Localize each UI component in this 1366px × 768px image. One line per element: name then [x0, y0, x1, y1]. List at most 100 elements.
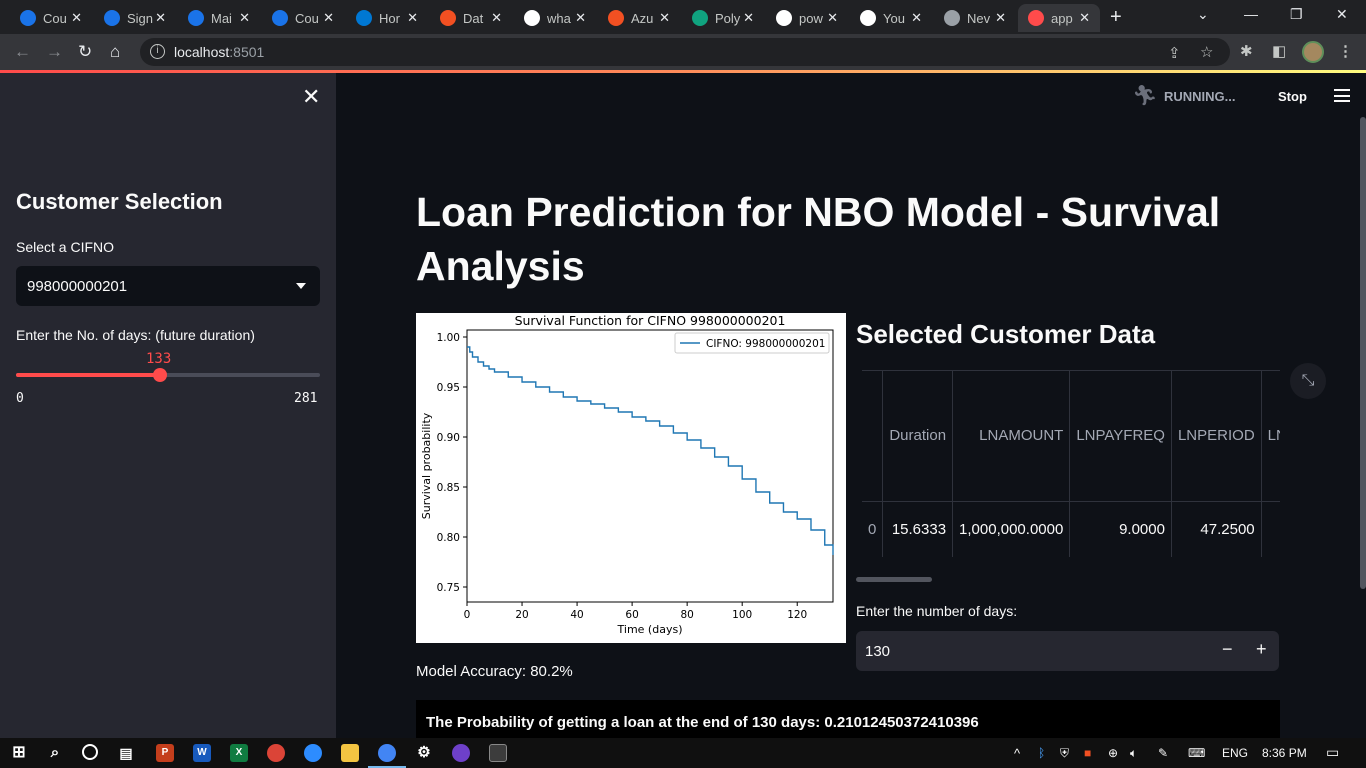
- browser-tab[interactable]: wha ✕: [514, 4, 596, 32]
- browser-menu-icon[interactable]: ⋮: [1338, 42, 1353, 60]
- tab-search-icon[interactable]: ⌄: [1197, 6, 1209, 23]
- tab-close-icon[interactable]: ✕: [323, 10, 334, 26]
- c-icon: [20, 10, 36, 26]
- table-horizontal-scrollbar[interactable]: [856, 577, 932, 582]
- office-tray-icon[interactable]: ■: [1084, 746, 1091, 760]
- tab-close-icon[interactable]: ✕: [155, 10, 166, 26]
- tab-close-icon[interactable]: ✕: [743, 10, 754, 26]
- column-header[interactable]: LNIN: [1261, 371, 1280, 502]
- keyboard-icon[interactable]: ⌨: [1188, 746, 1205, 760]
- tab-close-icon[interactable]: ✕: [575, 10, 586, 26]
- network-icon[interactable]: ⊕: [1108, 746, 1118, 760]
- windows-start-icon[interactable]: ⊞: [10, 744, 28, 762]
- column-header[interactable]: LNPAYFREQ: [1069, 371, 1172, 502]
- column-header[interactable]: LNAMOUNT: [952, 371, 1071, 502]
- new-tab-button[interactable]: +: [1110, 6, 1122, 29]
- notifications-icon[interactable]: ▭: [1326, 744, 1339, 761]
- table-row[interactable]: 015.63331,000,000.00009.000047.25001: [862, 501, 1280, 557]
- microsoft-icon: [440, 10, 456, 26]
- slider-min: 0: [16, 391, 24, 406]
- task-view-icon[interactable]: ▤: [117, 744, 135, 762]
- days-slider[interactable]: [16, 368, 320, 382]
- sidebar-close-icon[interactable]: ✕: [302, 86, 320, 108]
- column-header[interactable]: [862, 371, 884, 502]
- main-menu-icon[interactable]: [1334, 89, 1350, 102]
- increment-button[interactable]: +: [1256, 639, 1267, 660]
- tab-close-icon[interactable]: ✕: [239, 10, 250, 26]
- chrome-taskbar-icon[interactable]: [267, 744, 285, 762]
- tab-label: Azu: [631, 10, 654, 26]
- language-indicator[interactable]: ENG: [1222, 746, 1248, 760]
- search-icon[interactable]: ⌕: [46, 744, 64, 762]
- days-input-value[interactable]: 130: [865, 643, 890, 660]
- fullscreen-icon[interactable]: ⤡: [1290, 363, 1326, 399]
- word-icon[interactable]: W: [193, 744, 211, 762]
- page-scrollbar[interactable]: [1360, 117, 1366, 589]
- browser-tab[interactable]: You ✕: [850, 4, 932, 32]
- column-header[interactable]: Duration: [882, 371, 954, 502]
- slider-thumb[interactable]: [152, 368, 167, 382]
- browser-tab[interactable]: Sign ✕: [94, 4, 176, 32]
- share-icon[interactable]: ⇪: [1168, 44, 1181, 62]
- decrement-button[interactable]: −: [1222, 639, 1233, 660]
- browser-tab[interactable]: Dat ✕: [430, 4, 512, 32]
- back-icon[interactable]: ←: [14, 42, 31, 62]
- reload-icon[interactable]: ↻: [78, 42, 92, 62]
- tab-close-icon[interactable]: ✕: [827, 10, 838, 26]
- security-icon[interactable]: ⛨: [1060, 746, 1069, 761]
- tab-close-icon[interactable]: ✕: [659, 10, 670, 26]
- tab-close-icon[interactable]: ✕: [1079, 10, 1090, 26]
- browser-tab[interactable]: Cou ✕: [10, 4, 92, 32]
- legend-label: CIFNO: 998000000201: [706, 338, 825, 350]
- browser-tab[interactable]: Nev ✕: [934, 4, 1016, 32]
- cifno-select[interactable]: 998000000201: [16, 266, 320, 306]
- terminal-icon[interactable]: [489, 744, 507, 762]
- tab-close-icon[interactable]: ✕: [407, 10, 418, 26]
- c-icon: [272, 10, 288, 26]
- bookmark-star-icon[interactable]: ☆: [1200, 43, 1213, 61]
- address-bar[interactable]: i localhost:8501 ⇪ ☆: [140, 38, 1230, 66]
- github-desktop-icon[interactable]: [452, 744, 470, 762]
- excel-icon[interactable]: X: [230, 744, 248, 762]
- tab-close-icon[interactable]: ✕: [911, 10, 922, 26]
- browser-tab[interactable]: pow ✕: [766, 4, 848, 32]
- home-icon[interactable]: ⌂: [110, 42, 120, 62]
- chrome-active-icon[interactable]: [378, 744, 396, 762]
- tab-close-icon[interactable]: ✕: [491, 10, 502, 26]
- clock[interactable]: 8:36 PM: [1262, 746, 1307, 760]
- browser-tab[interactable]: Azu ✕: [598, 4, 680, 32]
- browser-tab[interactable]: app ✕: [1018, 4, 1100, 32]
- browser-tab[interactable]: Cou ✕: [262, 4, 344, 32]
- row-index: 0: [862, 501, 884, 557]
- settings-gear-icon[interactable]: ⚙: [415, 744, 433, 762]
- pen-icon[interactable]: ✎: [1158, 746, 1168, 760]
- site-info-icon[interactable]: i: [150, 44, 165, 59]
- window-close-icon[interactable]: ✕: [1336, 6, 1348, 23]
- tab-close-icon[interactable]: ✕: [71, 10, 82, 26]
- bluetooth-icon[interactable]: ᛒ: [1038, 746, 1045, 760]
- tab-label: Poly: [715, 10, 741, 26]
- volume-icon[interactable]: 🔈︎: [1130, 746, 1137, 761]
- restore-icon[interactable]: ❐: [1290, 6, 1303, 23]
- minimize-icon[interactable]: —: [1244, 6, 1258, 22]
- browser-tab[interactable]: Hor ✕: [346, 4, 428, 32]
- customer-dataframe[interactable]: DurationLNAMOUNTLNPAYFREQLNPERIODLNIN 01…: [862, 370, 1280, 557]
- zoom-icon[interactable]: [304, 744, 322, 762]
- tray-chevron-icon[interactable]: ^: [1014, 746, 1020, 761]
- forward-icon[interactable]: →: [46, 42, 63, 62]
- tab-close-icon[interactable]: ✕: [995, 10, 1006, 26]
- days-number-input[interactable]: 130 − +: [856, 631, 1279, 671]
- powerpoint-icon[interactable]: P: [156, 744, 174, 762]
- cortana-icon[interactable]: [82, 744, 98, 760]
- side-panel-icon[interactable]: ◧: [1272, 42, 1286, 60]
- stop-button[interactable]: Stop: [1278, 89, 1307, 104]
- browser-tab[interactable]: Mai ✕: [178, 4, 260, 32]
- tab-label: You: [883, 10, 905, 26]
- profile-avatar[interactable]: [1302, 41, 1324, 63]
- tab-label: Dat: [463, 10, 484, 26]
- column-header[interactable]: LNPERIOD: [1171, 371, 1262, 502]
- extensions-icon[interactable]: ✱: [1240, 42, 1253, 60]
- file-explorer-icon[interactable]: [341, 744, 359, 762]
- slider-value: 133: [146, 351, 172, 367]
- browser-tab[interactable]: Poly ✕: [682, 4, 764, 32]
